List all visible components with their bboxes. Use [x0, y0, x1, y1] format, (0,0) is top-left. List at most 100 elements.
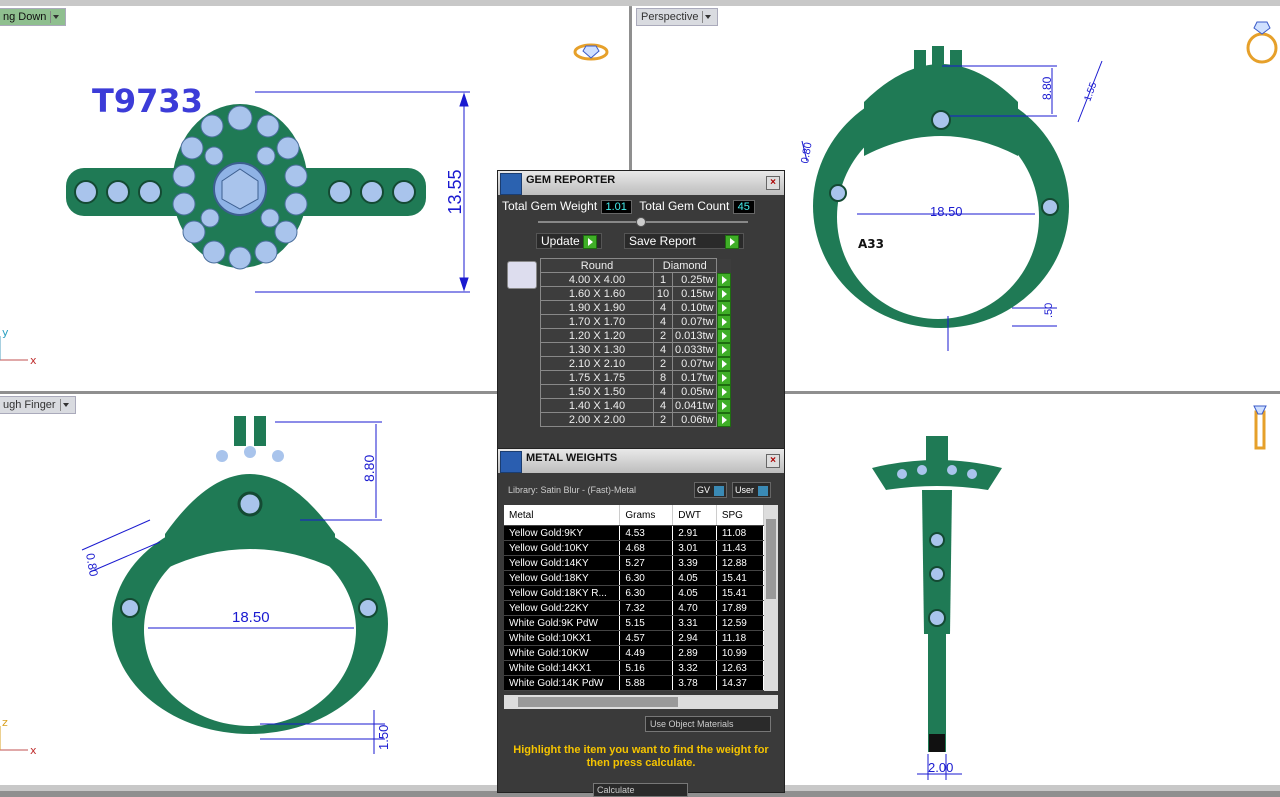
row-go-button[interactable] — [716, 412, 731, 427]
height-dimension-label: 13.55 — [445, 169, 465, 214]
splitter-handle[interactable] — [636, 217, 646, 227]
calculate-button[interactable]: Calculate — [593, 783, 688, 797]
row-go-button[interactable] — [716, 300, 731, 315]
play-icon — [716, 300, 731, 315]
update-button[interactable]: Update — [536, 233, 603, 249]
chevron-down-icon[interactable] — [702, 11, 713, 24]
gem-count: 4 — [653, 398, 673, 413]
horizontal-scrollbar[interactable] — [504, 695, 778, 709]
column-header[interactable]: SPG — [716, 505, 764, 526]
gem-weight: 0.06tw — [672, 412, 717, 427]
gem-reporter-titlebar[interactable]: GEM REPORTER × — [498, 171, 784, 195]
metal-row[interactable]: Yellow Gold:9KY 4.53 2.91 11.08 — [504, 525, 764, 541]
ring-perspective-icon[interactable] — [1246, 21, 1278, 64]
gem-row[interactable]: 4.00 X 4.00 1 0.25tw — [540, 272, 732, 287]
metal-weights-titlebar[interactable]: METAL WEIGHTS × — [498, 449, 784, 473]
viewport-label-perspective[interactable]: Perspective — [636, 8, 719, 26]
metal-row[interactable]: Yellow Gold:10KY 4.68 3.01 11.43 — [504, 540, 764, 556]
viewport-label-top[interactable]: ng Down — [0, 8, 67, 26]
close-icon[interactable]: × — [766, 454, 780, 468]
ring-side-icon[interactable] — [1253, 405, 1267, 450]
gem-row[interactable]: 1.20 X 1.20 2 0.013tw — [540, 328, 732, 343]
play-icon — [716, 384, 731, 399]
row-go-button[interactable] — [716, 384, 731, 399]
dim-top: 8.80 — [361, 455, 377, 482]
info-icon — [714, 485, 725, 496]
metal-dwt: 3.78 — [672, 675, 717, 691]
viewport-label-front[interactable]: ugh Finger — [0, 396, 76, 414]
dim-bottom: 1.50 — [376, 725, 391, 750]
use-object-materials-button[interactable]: Use Object Materials — [645, 716, 771, 732]
metal-row[interactable]: Yellow Gold:18KY R... 6.30 4.05 15.41 — [504, 585, 764, 601]
gem-weight: 0.10tw — [672, 300, 717, 315]
gem-count: 4 — [653, 314, 673, 329]
gv-toggle[interactable]: GV — [694, 482, 728, 498]
row-go-button[interactable] — [716, 286, 731, 301]
svg-text:z: z — [2, 716, 8, 729]
metal-row[interactable]: White Gold:10KX1 4.57 2.94 11.18 — [504, 630, 764, 646]
gem-row[interactable]: 2.10 X 2.10 2 0.07tw — [540, 356, 732, 371]
gem-count: 2 — [653, 412, 673, 427]
row-go-button[interactable] — [716, 370, 731, 385]
gem-row[interactable]: 2.00 X 2.00 2 0.06tw — [540, 412, 732, 427]
total-count-value: 45 — [732, 200, 755, 214]
gem-size: 1.90 X 1.90 — [540, 300, 654, 315]
row-go-button[interactable] — [716, 272, 731, 287]
column-header[interactable]: Metal — [504, 505, 621, 526]
metal-grams: 5.15 — [619, 615, 674, 631]
play-icon — [716, 370, 731, 385]
metal-row[interactable]: White Gold:10KW 4.49 2.89 10.99 — [504, 645, 764, 661]
gem-weight: 0.05tw — [672, 384, 717, 399]
gem-row[interactable]: 1.30 X 1.30 4 0.033tw — [540, 342, 732, 357]
calculate-hint: Highlight the item you want to find the … — [513, 744, 769, 769]
row-go-button[interactable] — [716, 314, 731, 329]
ring-side — [872, 436, 1002, 752]
gem-row[interactable]: 1.70 X 1.70 4 0.07tw — [540, 314, 732, 329]
gem-row[interactable]: 1.50 X 1.50 4 0.05tw — [540, 384, 732, 399]
dim-inner: 18.50 — [232, 609, 270, 626]
axis-indicator: z x — [0, 716, 37, 757]
column-header[interactable]: DWT — [672, 505, 717, 526]
metal-metal: Yellow Gold:9KY — [504, 525, 621, 541]
chevron-down-icon[interactable] — [59, 399, 71, 412]
gem-row[interactable]: 1.60 X 1.60 10 0.15tw — [540, 286, 732, 301]
metal-row[interactable]: White Gold:14K PdW 5.88 3.78 14.37 — [504, 675, 764, 691]
metal-row[interactable]: Yellow Gold:18KY 6.30 4.05 15.41 — [504, 570, 764, 586]
scroll-thumb[interactable] — [518, 697, 678, 707]
metal-grams: 4.53 — [619, 525, 674, 541]
metal-row[interactable]: Yellow Gold:22KY 7.32 4.70 17.89 — [504, 600, 764, 616]
row-go-button[interactable] — [716, 342, 731, 357]
svg-text:x: x — [30, 354, 37, 367]
gem-row[interactable]: 1.90 X 1.90 4 0.10tw — [540, 300, 732, 315]
metal-spg: 12.63 — [716, 660, 764, 676]
metal-metal: White Gold:10KX1 — [504, 630, 621, 646]
metal-row[interactable]: White Gold:14KX1 5.16 3.32 12.63 — [504, 660, 764, 676]
metal-spg: 10.99 — [716, 645, 764, 661]
close-icon[interactable]: × — [766, 176, 780, 190]
gem-size: 2.00 X 2.00 — [540, 412, 654, 427]
metal-row[interactable]: White Gold:9K PdW 5.15 3.31 12.59 — [504, 615, 764, 631]
dim-top-a: 8.80 — [1040, 76, 1054, 100]
row-go-button[interactable] — [716, 328, 731, 343]
gem-row[interactable]: 1.75 X 1.75 8 0.17tw — [540, 370, 732, 385]
ring-top-icon[interactable] — [573, 43, 609, 61]
dim-inner: 18.50 — [930, 204, 963, 219]
row-go-button[interactable] — [716, 398, 731, 413]
user-toggle[interactable]: User — [732, 482, 772, 498]
gem-row[interactable]: 1.40 X 1.40 4 0.041tw — [540, 398, 732, 413]
save-report-button[interactable]: Save Report — [624, 233, 744, 249]
column-header[interactable]: Grams — [619, 505, 674, 526]
chevron-down-icon[interactable] — [50, 11, 61, 24]
shape-header: Round — [540, 258, 654, 273]
metal-row[interactable]: Yellow Gold:14KY 5.27 3.39 12.88 — [504, 555, 764, 571]
metal-grams: 5.27 — [619, 555, 674, 571]
row-go-button[interactable] — [716, 356, 731, 371]
metal-grams: 6.30 — [619, 570, 674, 586]
metal-spg: 12.88 — [716, 555, 764, 571]
scroll-thumb[interactable] — [766, 519, 776, 599]
metal-metal: White Gold:10KW — [504, 645, 621, 661]
metal-grams: 4.57 — [619, 630, 674, 646]
vertical-scrollbar[interactable] — [764, 505, 778, 691]
total-weight-label: Total Gem Weight — [502, 199, 598, 213]
metal-grams: 5.16 — [619, 660, 674, 676]
